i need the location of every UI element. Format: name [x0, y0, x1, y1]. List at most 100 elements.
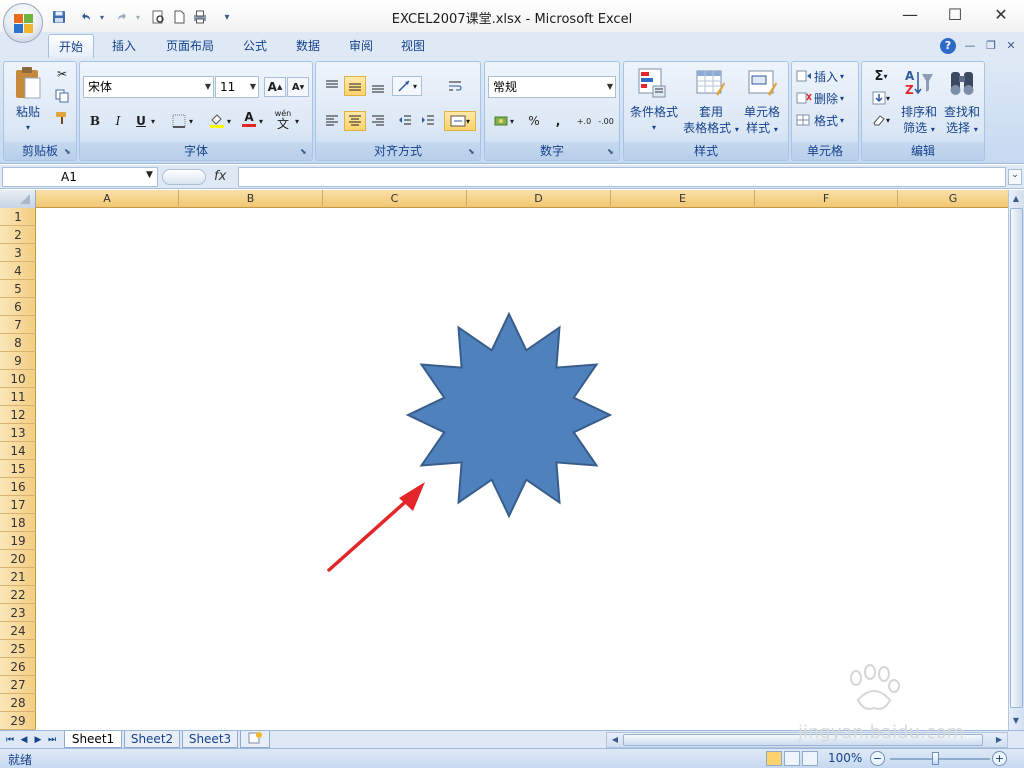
find-select-icon[interactable]: [948, 68, 978, 98]
conditional-format-button[interactable]: 条件格式: [625, 104, 683, 120]
next-sheet-icon[interactable]: ▶: [32, 732, 44, 748]
row-header[interactable]: 4: [0, 262, 36, 280]
horizontal-scrollbar[interactable]: ◀ ▶: [606, 732, 1008, 748]
select-all-corner[interactable]: [0, 190, 36, 208]
formula-splitter[interactable]: [162, 169, 206, 185]
prev-sheet-icon[interactable]: ◀: [18, 732, 30, 748]
grow-font-button[interactable]: A ▲: [264, 77, 286, 97]
phonetic-dropdown-icon[interactable]: ▾: [292, 111, 302, 131]
underline-dropdown-icon[interactable]: ▾: [148, 111, 158, 131]
decrease-decimal-button[interactable]: -.00: [595, 111, 617, 131]
office-button[interactable]: [3, 3, 43, 43]
vertical-scroll-thumb[interactable]: [1010, 208, 1023, 708]
column-header-g[interactable]: G: [898, 190, 1008, 208]
merge-center-icon[interactable]: ▾: [444, 111, 476, 131]
cell-styles-line1-label[interactable]: 单元格: [734, 104, 790, 120]
maximize-button[interactable]: ☐: [941, 4, 969, 26]
row-header[interactable]: 29: [0, 712, 36, 730]
row-header[interactable]: 10: [0, 370, 36, 388]
cell-styles-icon[interactable]: [748, 68, 778, 98]
scroll-right-icon[interactable]: ▶: [992, 733, 1006, 747]
zoom-slider-thumb[interactable]: [932, 752, 939, 765]
column-header-f[interactable]: F: [755, 190, 898, 208]
align-right-icon[interactable]: [367, 111, 389, 131]
close-button[interactable]: ✕: [987, 4, 1015, 26]
decrease-indent-icon[interactable]: [394, 111, 416, 131]
format-as-table-line1[interactable]: 套用: [682, 104, 740, 120]
cell-styles-button[interactable]: 样式 ▾: [734, 120, 790, 138]
column-header-b[interactable]: B: [179, 190, 323, 208]
sheet-tab-sheet2[interactable]: Sheet2: [124, 731, 180, 748]
conditional-format-dropdown-icon[interactable]: ▾: [625, 120, 683, 136]
row-header[interactable]: 22: [0, 586, 36, 604]
page-layout-view-icon[interactable]: [784, 751, 800, 766]
percent-button[interactable]: %: [523, 111, 545, 131]
paste-button[interactable]: 粘贴: [12, 104, 44, 120]
autosum-button[interactable]: Σ ▾: [866, 66, 896, 86]
number-launcher-icon[interactable]: ⬊: [607, 147, 616, 156]
clipboard-launcher-icon[interactable]: ⬊: [64, 147, 73, 156]
align-left-icon[interactable]: [321, 111, 343, 131]
insert-cells-button[interactable]: 插入 ▾: [796, 66, 856, 86]
worksheet-grid[interactable]: [37, 208, 1008, 730]
row-header[interactable]: 25: [0, 640, 36, 658]
insert-sheet-icon[interactable]: [240, 731, 270, 748]
orientation-icon[interactable]: ▾: [392, 76, 422, 96]
bold-button[interactable]: B: [84, 111, 106, 131]
name-box[interactable]: A1: [2, 167, 158, 187]
zoom-in-button[interactable]: +: [992, 751, 1007, 766]
row-header[interactable]: 20: [0, 550, 36, 568]
row-header[interactable]: 1: [0, 208, 36, 226]
column-header-a[interactable]: A: [36, 190, 179, 208]
currency-icon[interactable]: ▾: [489, 111, 519, 131]
row-header[interactable]: 23: [0, 604, 36, 622]
row-header[interactable]: 16: [0, 478, 36, 496]
format-as-table-icon[interactable]: [696, 68, 726, 98]
ribbon-restore-icon[interactable]: ❐: [983, 38, 999, 54]
format-painter-icon[interactable]: [51, 108, 73, 128]
row-header[interactable]: 28: [0, 694, 36, 712]
delete-cells-button[interactable]: 删除 ▾: [796, 88, 856, 108]
cut-icon[interactable]: ✂: [51, 64, 73, 84]
row-header[interactable]: 17: [0, 496, 36, 514]
row-header[interactable]: 21: [0, 568, 36, 586]
clear-icon[interactable]: ▾: [866, 110, 896, 130]
alignment-launcher-icon[interactable]: ⬊: [468, 147, 477, 156]
row-header[interactable]: 27: [0, 676, 36, 694]
align-middle-icon[interactable]: [344, 76, 366, 96]
fill-icon[interactable]: ▾: [866, 88, 896, 108]
sheet-tab-sheet3[interactable]: Sheet3: [182, 731, 238, 748]
expand-formula-bar-icon[interactable]: ⌄: [1008, 169, 1022, 185]
row-header[interactable]: 8: [0, 334, 36, 352]
number-format-combo[interactable]: 常规 ▼: [488, 76, 616, 98]
horizontal-scroll-thumb[interactable]: [623, 734, 983, 746]
page-break-view-icon[interactable]: [802, 751, 818, 766]
zoom-slider-track[interactable]: [890, 758, 990, 760]
help-icon[interactable]: ?: [940, 38, 956, 54]
tab-review[interactable]: 审阅: [339, 34, 383, 58]
sort-filter-icon[interactable]: AZ: [904, 68, 934, 98]
column-header-e[interactable]: E: [611, 190, 755, 208]
font-color-dropdown-icon[interactable]: ▾: [256, 111, 266, 131]
tab-page-layout[interactable]: 页面布局: [156, 34, 224, 58]
font-size-combo[interactable]: 11 ▼: [215, 76, 259, 98]
conditional-format-icon[interactable]: [638, 68, 666, 98]
format-cells-button[interactable]: 格式 ▾: [796, 110, 856, 130]
tab-insert[interactable]: 插入: [102, 34, 146, 58]
tab-formulas[interactable]: 公式: [233, 34, 277, 58]
row-header[interactable]: 15: [0, 460, 36, 478]
minimize-button[interactable]: —: [896, 4, 924, 26]
twelve-point-star-shape[interactable]: [405, 311, 613, 519]
wrap-text-icon[interactable]: [444, 76, 466, 96]
row-header[interactable]: 14: [0, 442, 36, 460]
align-center-icon[interactable]: [344, 111, 366, 131]
ribbon-minimize-icon[interactable]: —: [962, 38, 978, 54]
row-header[interactable]: 6: [0, 298, 36, 316]
scroll-down-icon[interactable]: ▼: [1009, 714, 1023, 728]
comma-button[interactable]: ,: [547, 111, 569, 131]
font-launcher-icon[interactable]: ⬊: [300, 147, 309, 156]
row-header[interactable]: 5: [0, 280, 36, 298]
paste-icon[interactable]: [14, 66, 42, 100]
row-header[interactable]: 7: [0, 316, 36, 334]
tab-home[interactable]: 开始: [48, 34, 95, 58]
